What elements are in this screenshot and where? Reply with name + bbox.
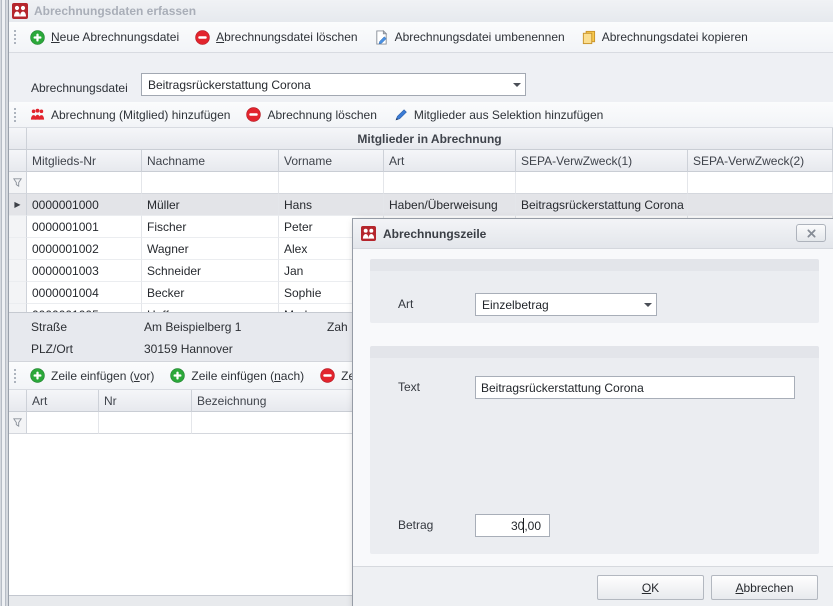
art-value: Einzelbetrag — [476, 298, 640, 312]
art-combobox[interactable]: Einzelbetrag — [475, 293, 657, 316]
add-circle-icon — [30, 30, 45, 45]
dialog-footer: OK Abbrechen — [353, 566, 833, 606]
pen-blue-icon — [393, 107, 408, 122]
abrechnungszeile-dialog: Abrechnungszeile Art Einzelbetrag Text B… — [352, 218, 833, 606]
filter-cell[interactable] — [384, 172, 516, 194]
filter-cell[interactable] — [279, 172, 384, 194]
file-select-row: Abrechnungsdatei Beitragsrückerstattung … — [9, 53, 833, 102]
background-window-edge — [1, 0, 6, 606]
filter-cell[interactable] — [27, 412, 99, 434]
column-header-vorname[interactable]: Vorname — [279, 150, 384, 172]
add-circle-icon — [170, 368, 185, 383]
remove-circle-icon — [320, 368, 335, 383]
betrag-input[interactable] — [475, 514, 550, 537]
ok-button[interactable]: OK — [597, 575, 704, 600]
indicator-header-cell — [9, 390, 27, 412]
file-select-label: Abrechnungsdatei — [31, 81, 128, 95]
cancel-button[interactable]: Abbrechen — [711, 575, 818, 600]
rename-icon — [374, 30, 389, 45]
text-input[interactable] — [475, 376, 795, 399]
members-grid-band: Mitglieder in Abrechnung — [9, 128, 833, 150]
members-filter-row — [9, 172, 833, 194]
chevron-down-icon[interactable] — [509, 74, 525, 95]
dialog-title: Abrechnungszeile — [383, 227, 486, 241]
strasse-label: Straße — [31, 320, 67, 334]
text-label: Text — [398, 380, 420, 394]
selected-row-arrow-icon: ▶ — [14, 201, 20, 209]
close-button[interactable] — [796, 224, 826, 242]
add-members-from-selection-button[interactable]: Mitglieder aus Selektion hinzufügen — [390, 105, 606, 124]
band-title: Mitglieder in Abrechnung — [27, 128, 833, 150]
filter-cell[interactable] — [99, 412, 192, 434]
app-icon — [361, 226, 376, 241]
column-header-nr[interactable]: Nr — [99, 390, 192, 412]
column-header-mitglieds-nr[interactable]: Mitglieds-Nr — [27, 150, 142, 172]
filter-funnel-icon — [12, 177, 23, 188]
delete-member-billing-button[interactable]: Abrechnung löschen — [243, 105, 379, 124]
dialog-titlebar[interactable]: Abrechnungszeile — [353, 219, 833, 249]
copy-file-button[interactable]: Abrechnungsdatei kopieren — [578, 28, 751, 47]
plzort-value: 30159 Hannover — [144, 342, 233, 356]
filter-cell[interactable] — [142, 172, 279, 194]
indicator-header-cell — [9, 150, 27, 172]
column-header-art[interactable]: Art — [384, 150, 516, 172]
art-label: Art — [398, 297, 413, 311]
insert-line-after-button[interactable]: Zeile einfügen (nach) — [167, 366, 307, 385]
filter-funnel-icon — [12, 417, 23, 428]
filter-cell[interactable] — [27, 172, 142, 194]
chevron-down-icon[interactable] — [640, 294, 656, 315]
column-header-nachname[interactable]: Nachname — [142, 150, 279, 172]
billing-file-value: Beitragsrückerstattung Corona — [142, 78, 509, 92]
new-file-button[interactable]: Neue Abrechnungsdatei — [27, 28, 182, 47]
copy-icon — [581, 30, 596, 45]
insert-line-before-button[interactable]: Zeile einfügen (vor) — [27, 366, 157, 385]
indicator-header-cell — [9, 128, 27, 150]
toolbar-grip[interactable] — [13, 368, 17, 384]
window-title: Abrechnungsdaten erfassen — [34, 4, 196, 18]
add-circle-icon — [30, 368, 45, 383]
toolbar-grip[interactable] — [13, 29, 17, 45]
people-red-icon — [30, 107, 45, 122]
close-icon — [807, 229, 816, 238]
truncated-label: Zah — [327, 320, 348, 334]
strasse-value: Am Beispielberg 1 — [144, 320, 241, 334]
delete-file-button[interactable]: Abrechnungsdatei löschen — [192, 28, 360, 47]
member-toolbar: Abrechnung (Mitglied) hinzufügen Abrechn… — [9, 102, 833, 128]
rename-file-button[interactable]: Abrechnungsdatei umbenennen — [371, 28, 568, 47]
betrag-label: Betrag — [398, 518, 433, 532]
add-member-billing-button[interactable]: Abrechnung (Mitglied) hinzufügen — [27, 105, 233, 124]
remove-circle-icon — [246, 107, 261, 122]
text-cursor — [523, 518, 524, 533]
filter-cell[interactable] — [688, 172, 833, 194]
file-toolbar: Neue Abrechnungsdatei Abrechnungsdatei l… — [9, 22, 833, 53]
filter-row-indicator — [9, 172, 27, 194]
remove-circle-icon — [195, 30, 210, 45]
screen: Abrechnungsdaten erfassen Neue Abrechnun… — [0, 0, 833, 606]
billing-file-combobox[interactable]: Beitragsrückerstattung Corona — [141, 73, 526, 96]
toolbar-grip[interactable] — [13, 107, 17, 123]
plzort-label: PLZ/Ort — [31, 342, 73, 356]
column-header-sepa1[interactable]: SEPA-VerwZweck(1) — [516, 150, 688, 172]
main-titlebar[interactable]: Abrechnungsdaten erfassen — [9, 0, 833, 22]
members-grid-header: Mitglieds-Nr Nachname Vorname Art SEPA-V… — [9, 150, 833, 172]
column-header-art[interactable]: Art — [27, 390, 99, 412]
filter-cell[interactable] — [516, 172, 688, 194]
column-header-sepa2[interactable]: SEPA-VerwZweck(2) — [688, 150, 833, 172]
table-row[interactable]: ▶ 0000001000 Müller Hans Haben/Überweisu… — [9, 194, 833, 216]
filter-row-indicator — [9, 412, 27, 434]
app-icon — [12, 3, 28, 19]
